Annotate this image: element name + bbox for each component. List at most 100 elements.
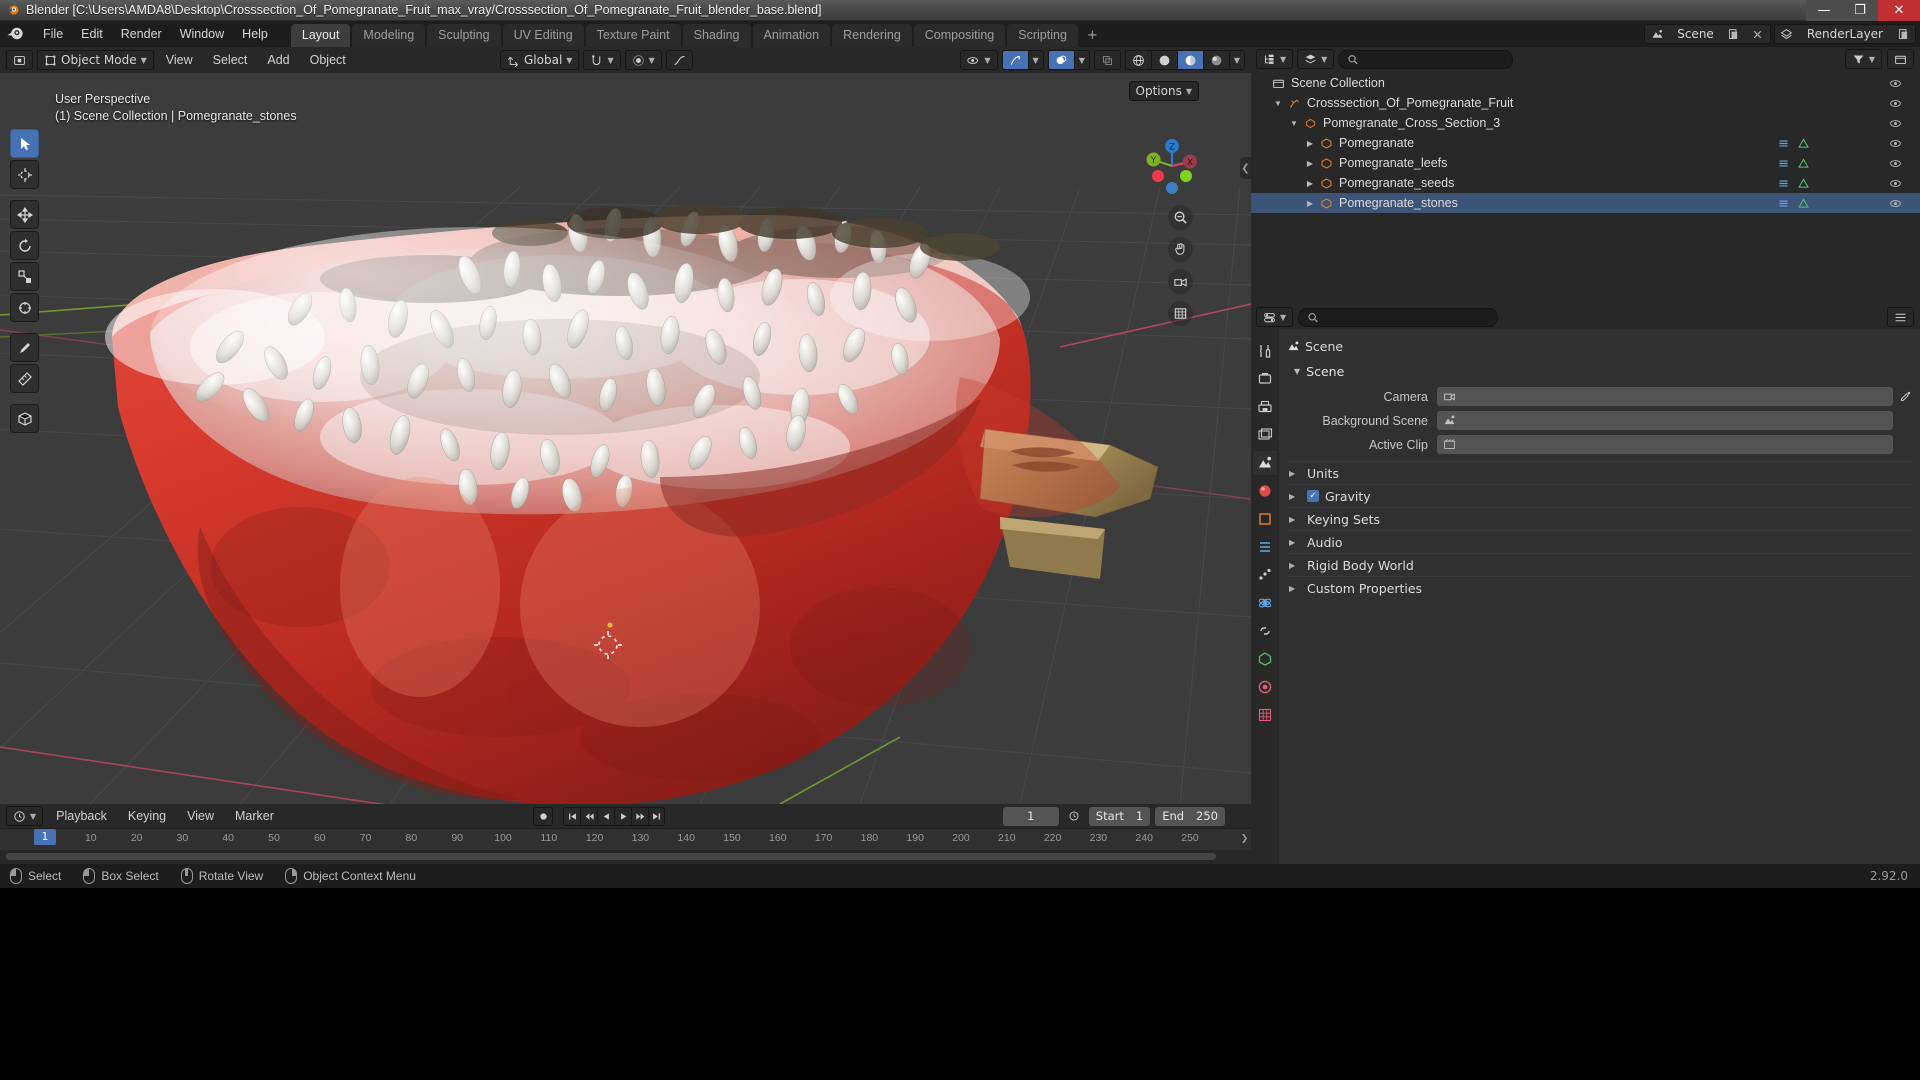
playback-transport-controls[interactable] [563, 806, 665, 826]
add-cube-tool[interactable] [10, 404, 39, 433]
visibility-eye-icon[interactable] [1889, 197, 1902, 210]
navigation-gizmo[interactable]: Z Y X [1141, 135, 1203, 197]
workspace-tab-compositing[interactable]: Compositing [913, 24, 1006, 47]
timeline-playhead[interactable]: 1 [34, 829, 56, 845]
workspace-tab-texture-paint[interactable]: Texture Paint [585, 24, 681, 47]
properties-tab-modifiers[interactable] [1253, 535, 1277, 559]
disclosure-triangle-closed-icon[interactable]: ▶ [1289, 515, 1301, 524]
overlay-options-dropdown[interactable]: ▼ [1074, 51, 1089, 69]
cursor-tool[interactable] [10, 160, 39, 189]
previous-keyframe-button[interactable] [580, 806, 597, 826]
properties-tab-physics[interactable] [1253, 591, 1277, 615]
play-reverse-button[interactable] [597, 806, 614, 826]
workspace-tab-sculpting[interactable]: Sculpting [427, 24, 501, 47]
scene-selector[interactable]: Scene [1644, 24, 1771, 44]
visibility-eye-icon[interactable] [1889, 97, 1902, 110]
workspace-tab-rendering[interactable]: Rendering [832, 24, 912, 47]
visibility-eye-icon[interactable] [1889, 177, 1902, 190]
viewport-options-dropdown[interactable]: Options ▼ [1128, 81, 1199, 101]
disclosure-triangle-open-icon[interactable]: ▼ [1271, 99, 1285, 108]
outliner-row-datablocks[interactable] [1777, 157, 1810, 170]
blender-logo-icon[interactable] [6, 24, 26, 44]
pan-view-icon[interactable] [1168, 237, 1193, 262]
viewport-3d[interactable]: Object Mode ▼ View Select Add Object Glo… [0, 47, 1251, 804]
property-section-header[interactable]: ▶ Audio [1287, 530, 1912, 553]
property-field[interactable] [1437, 411, 1893, 430]
transform-orientation-dropdown[interactable]: Global ▼ [500, 50, 580, 70]
jump-to-start-button[interactable] [563, 806, 580, 826]
property-section-header[interactable]: ▶ Keying Sets [1287, 507, 1912, 530]
properties-editor-type-selector[interactable]: ▼ [1256, 307, 1294, 327]
properties-tab-render[interactable] [1253, 367, 1277, 391]
properties-tab-constraints[interactable] [1253, 619, 1277, 643]
overlays-toggle[interactable] [1048, 51, 1075, 69]
workspace-tab-scripting[interactable]: Scripting [1007, 24, 1078, 47]
sidebar-collapse-arrow[interactable]: ❮ [1240, 157, 1251, 179]
visibility-eye-icon[interactable] [1889, 77, 1902, 90]
properties-tab-object[interactable] [1253, 507, 1277, 531]
timeline-editor[interactable]: ▼ Playback Keying View Marker 1 Start 1 … [0, 804, 1251, 864]
transform-tool[interactable] [10, 293, 39, 322]
outliner-row[interactable]: Scene Collection [1251, 73, 1920, 93]
disclosure-triangle-closed-icon[interactable]: ▶ [1289, 584, 1301, 593]
outliner-tree[interactable]: Scene Collection ▼ Crosssection_Of_Pomegra… [1251, 71, 1920, 213]
workspace-tab-uv-editing[interactable]: UV Editing [502, 24, 584, 47]
properties-tab-tool[interactable] [1253, 339, 1277, 363]
outliner-row[interactable]: ▶ Pomegranate_leefs [1251, 153, 1920, 173]
disclosure-triangle-closed-icon[interactable]: ▶ [1289, 469, 1301, 478]
timeline-collapse-arrow[interactable]: ❯ [1240, 830, 1249, 848]
scene-property-sections[interactable]: ▶ Units ▶ ✓ Gravity ▶ Keying Sets ▶ Audio ▶ Rigid … [1287, 461, 1912, 599]
annotate-tool[interactable] [10, 333, 39, 362]
timeline-menu-marker[interactable]: Marker [227, 807, 282, 825]
property-field[interactable] [1437, 435, 1893, 454]
properties-body[interactable]: Scene ▼ Scene Camera Background Scene Acti… [1279, 329, 1920, 864]
toggle-orthographic-icon[interactable] [1168, 301, 1193, 326]
gizmo-options-dropdown[interactable]: ▼ [1028, 51, 1043, 69]
unlink-scene-icon[interactable] [1746, 28, 1770, 41]
menu-edit[interactable]: Edit [72, 24, 112, 44]
properties-tab-material[interactable] [1253, 675, 1277, 699]
properties-options-button[interactable] [1887, 307, 1914, 327]
rendered-shading-button[interactable] [1203, 51, 1230, 69]
overlay-toggle-group[interactable]: ▼ [1047, 50, 1090, 70]
timeline-menu-view[interactable]: View [179, 807, 222, 825]
properties-tab-output[interactable] [1253, 395, 1277, 419]
wireframe-shading-button[interactable] [1125, 51, 1152, 69]
gizmo-toggle-group[interactable]: ▼ [1001, 50, 1044, 70]
outliner-row[interactable]: ▼ Pomegranate_Cross_Section_3 [1251, 113, 1920, 133]
timeline-scrubber[interactable]: 10 20 30 40 50 60 70 80 90 100 110 120 130 140 150 160 1… [0, 828, 1251, 850]
auto-keying-toggle[interactable] [533, 806, 553, 826]
disclosure-triangle-open-icon[interactable]: ▼ [1287, 119, 1301, 128]
viewport-menu-add[interactable]: Add [259, 51, 297, 69]
start-frame-field[interactable]: Start 1 [1088, 806, 1151, 826]
menu-render[interactable]: Render [112, 24, 171, 44]
viewport-toolbar[interactable] [10, 129, 39, 433]
outliner-search-field[interactable] [1363, 53, 1505, 65]
property-section-header[interactable]: ▶ Custom Properties [1287, 576, 1912, 599]
jump-to-end-button[interactable] [648, 806, 665, 826]
properties-tab-data[interactable] [1253, 647, 1277, 671]
disclosure-triangle-closed-icon[interactable]: ▶ [1289, 538, 1301, 547]
properties-tab-texture[interactable] [1253, 703, 1277, 727]
workspace-tab-animation[interactable]: Animation [752, 24, 831, 47]
measure-tool[interactable] [10, 364, 39, 393]
property-field[interactable] [1437, 387, 1893, 406]
outliner-row-datablocks[interactable] [1777, 177, 1810, 190]
move-tool[interactable] [10, 200, 39, 229]
outliner-display-mode-dropdown[interactable]: ▼ [1297, 49, 1335, 69]
properties-editor[interactable]: ▼ Scene ▼ Scene Camera Background Scene … [1251, 305, 1920, 864]
visibility-eye-icon[interactable] [1889, 117, 1902, 130]
close-button[interactable]: ✕ [1878, 0, 1920, 21]
workspace-tab-layout[interactable]: Layout [290, 24, 351, 47]
disclosure-triangle-closed-icon[interactable]: ▶ [1303, 179, 1317, 188]
property-section-header[interactable]: ▶ Rigid Body World [1287, 553, 1912, 576]
minimize-button[interactable]: — [1806, 0, 1842, 21]
menu-file[interactable]: File [34, 24, 72, 44]
rotate-tool[interactable] [10, 231, 39, 260]
new-viewlayer-icon[interactable] [1891, 28, 1915, 41]
menu-help[interactable]: Help [233, 24, 277, 44]
end-frame-field[interactable]: End 250 [1155, 806, 1225, 826]
zoom-view-icon[interactable] [1168, 205, 1193, 230]
properties-tab-view-layer[interactable] [1253, 423, 1277, 447]
shading-options-dropdown[interactable]: ▼ [1229, 51, 1244, 69]
